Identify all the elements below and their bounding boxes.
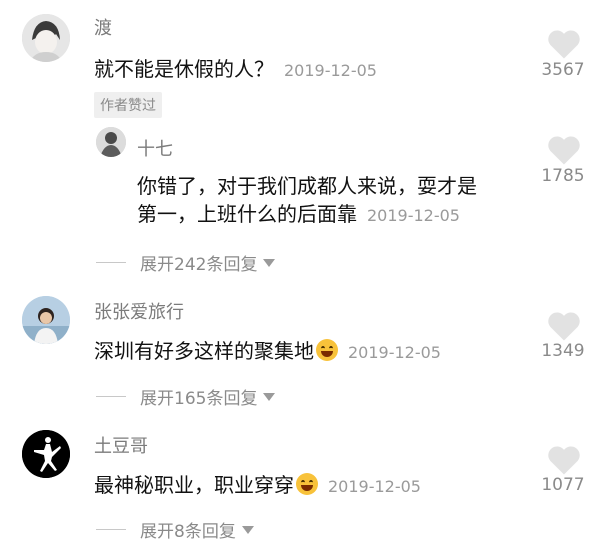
divider-dash — [96, 529, 126, 530]
avatar[interactable] — [22, 296, 70, 344]
heart-icon[interactable] — [546, 310, 582, 342]
author-liked-tag: 作者赞过 — [94, 92, 162, 118]
divider-dash — [96, 396, 126, 397]
comment-text: 就不能是休假的人？ 2019-12-05 — [94, 57, 377, 81]
grinning-emoji-icon — [316, 339, 338, 361]
caret-down-icon — [241, 525, 254, 534]
heart-icon[interactable] — [546, 444, 582, 476]
comment-username[interactable]: 张张爱旅行 — [94, 298, 184, 324]
comment-text: 最神秘职业，职业穿穿 2019-12-05 — [94, 473, 421, 497]
comment-text: 深圳有好多这样的聚集地 2019-12-05 — [94, 339, 441, 363]
avatar[interactable] — [22, 14, 70, 62]
caret-down-icon — [263, 258, 276, 267]
like-count: 1077 — [541, 475, 585, 495]
expand-replies-button[interactable]: 展开8条回复 — [96, 517, 254, 542]
expand-replies-label: 展开165条回复 — [140, 389, 258, 409]
photo-avatar-icon — [22, 296, 70, 344]
reply-avatar-icon — [96, 127, 126, 157]
like-count: 3567 — [541, 60, 585, 80]
like-count: 1349 — [541, 341, 585, 361]
reply-date: 2019-12-05 — [367, 206, 460, 225]
expand-replies-label: 展开8条回复 — [140, 522, 236, 542]
expand-replies-label: 展开242条回复 — [140, 255, 258, 275]
reply-avatar[interactable] — [96, 127, 126, 157]
comment-date: 2019-12-05 — [348, 343, 441, 362]
reply-username[interactable]: 十七 — [137, 135, 173, 161]
comment-username[interactable]: 土豆哥 — [94, 432, 148, 458]
divider-dash — [96, 262, 126, 263]
smiling-emoji-icon — [296, 473, 318, 495]
caret-down-icon — [263, 392, 276, 401]
expand-replies-button[interactable]: 展开165条回复 — [96, 384, 276, 409]
avatar[interactable] — [22, 430, 70, 478]
anime-avatar-icon — [22, 14, 70, 62]
expand-replies-button[interactable]: 展开242条回复 — [96, 250, 276, 275]
reply-text-line2: 第一，上班什么的后面靠 2019-12-05 — [137, 202, 460, 226]
heart-icon[interactable] — [546, 134, 582, 166]
comment-username[interactable]: 渡 — [94, 14, 112, 40]
comment-date: 2019-12-05 — [284, 61, 377, 80]
jumpman-logo-icon — [22, 430, 70, 478]
like-count: 1785 — [541, 166, 585, 186]
comment-date: 2019-12-05 — [328, 477, 421, 496]
heart-icon[interactable] — [546, 28, 582, 60]
reply-text-line1: 你错了，对于我们成都人来说，耍才是 — [137, 174, 477, 198]
